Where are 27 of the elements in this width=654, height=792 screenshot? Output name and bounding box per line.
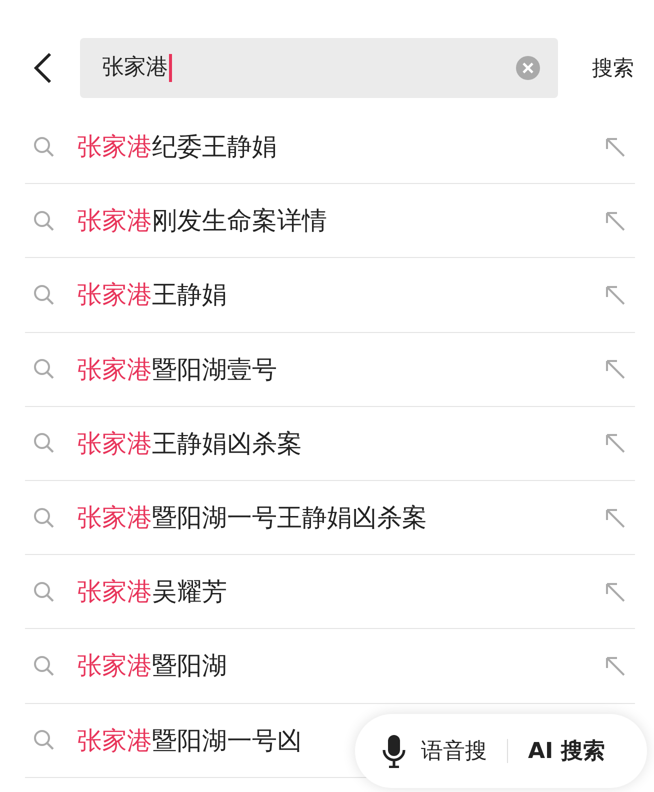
- search-icon: [33, 210, 55, 232]
- voice-search-button[interactable]: 语音搜: [381, 734, 487, 768]
- search-icon: [33, 580, 55, 603]
- arrow-up-left-icon[interactable]: [603, 431, 627, 456]
- microphone-icon: [381, 734, 407, 768]
- suggestion-text[interactable]: 张家港王静娟凶杀案: [77, 426, 302, 460]
- clear-icon[interactable]: [516, 56, 540, 80]
- search-field[interactable]: 张家港: [80, 38, 558, 98]
- suggestion-text[interactable]: 张家港王静娟: [77, 278, 227, 312]
- search-icon: [33, 506, 55, 529]
- search-icon: [33, 432, 55, 454]
- suggestion-text[interactable]: 张家港刚发生命案详情: [77, 204, 327, 238]
- suggestion-text[interactable]: 张家港吴耀芳: [77, 575, 227, 608]
- search-icon: [33, 284, 55, 306]
- search-button[interactable]: 搜索: [592, 54, 634, 82]
- search-icon: [33, 654, 55, 677]
- search-icon: [33, 136, 55, 158]
- arrow-up-left-icon[interactable]: [603, 357, 627, 382]
- search-icon: [33, 358, 55, 380]
- suggestion-text[interactable]: 张家港暨阳湖一号凶: [77, 724, 302, 757]
- suggestion-text[interactable]: 张家港暨阳湖: [77, 649, 227, 682]
- ai-search-button[interactable]: AI 搜索: [528, 736, 605, 766]
- search-icon: [33, 729, 55, 752]
- search-text: 张家港: [102, 54, 172, 82]
- suggestion-text[interactable]: 张家港暨阳湖一号王静娟凶杀案: [77, 501, 427, 534]
- suggestion-text[interactable]: 张家港暨阳湖壹号: [77, 352, 277, 386]
- suggestion-text[interactable]: 张家港纪委王静娟: [77, 130, 277, 164]
